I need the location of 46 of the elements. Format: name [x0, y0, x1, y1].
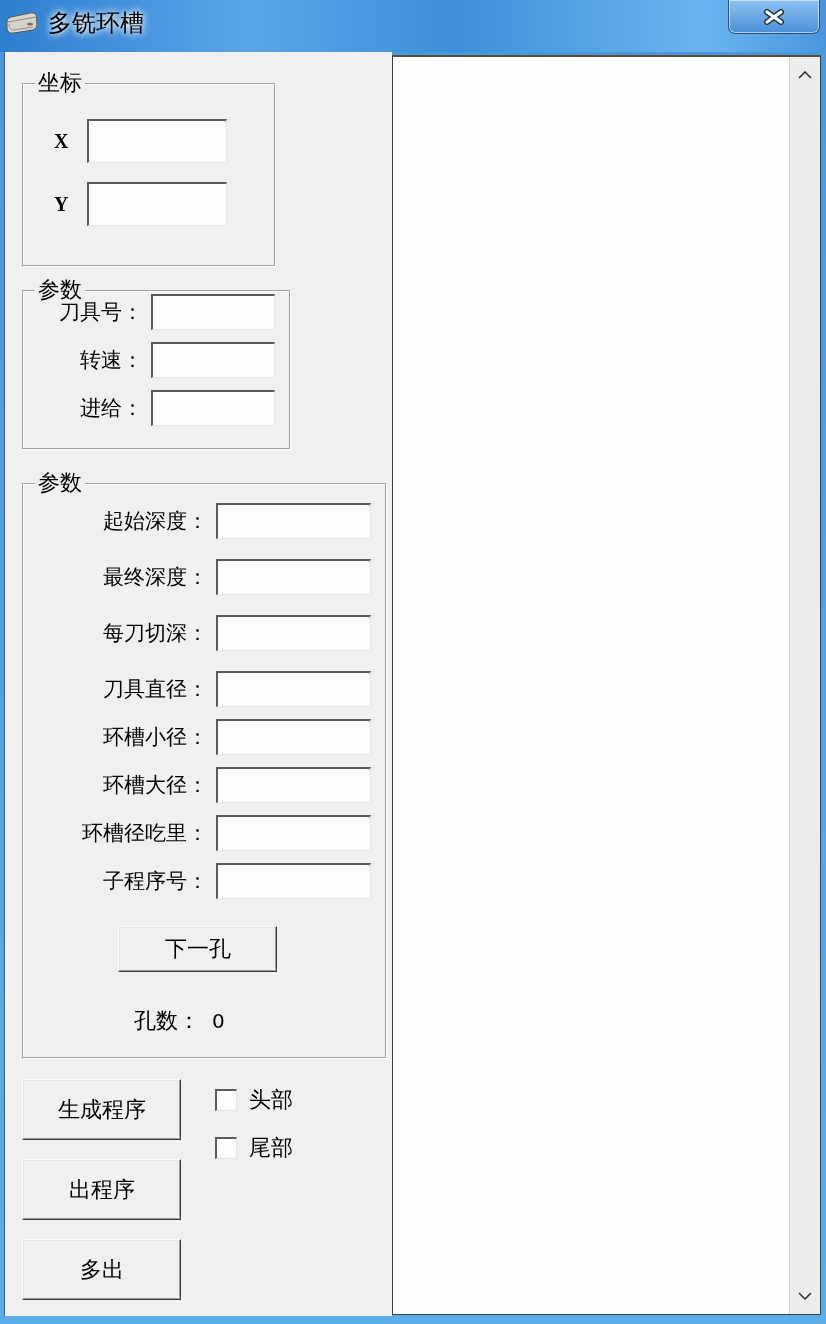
field-label: 起始深度：: [103, 508, 208, 534]
input-field[interactable]: [216, 863, 371, 899]
checkbox[interactable]: [215, 1137, 237, 1159]
multi-output-button[interactable]: 多出: [22, 1239, 181, 1300]
generate-program-button[interactable]: 生成程序: [22, 1079, 181, 1140]
checkbox[interactable]: [215, 1089, 237, 1111]
group-title: 参数: [35, 277, 85, 303]
group-title: 坐标: [35, 70, 85, 96]
field-label: 进给：: [80, 395, 143, 421]
input-field[interactable]: [216, 559, 371, 595]
input-field[interactable]: [216, 615, 371, 651]
group-title: 参数: [35, 470, 85, 496]
input-field[interactable]: [216, 503, 371, 539]
input-field[interactable]: [151, 342, 275, 378]
field-label: 环槽径吃里：: [82, 820, 208, 846]
field-label: 子程序号：: [103, 868, 208, 894]
window-title: 多铣环槽: [48, 8, 144, 39]
checkbox-label: 头部: [249, 1087, 293, 1113]
input-field[interactable]: [216, 767, 371, 803]
field-label: Y: [54, 192, 69, 217]
input-field[interactable]: [151, 294, 275, 330]
field-label: 刀具直径：: [103, 676, 208, 702]
hole-count-label: 孔数：: [134, 1008, 200, 1034]
input-field[interactable]: [216, 815, 371, 851]
field-label: 环槽小径：: [103, 724, 208, 750]
field-label: 每刀切深：: [103, 620, 208, 646]
field-label: X: [54, 129, 69, 154]
field-label: 最终深度：: [103, 564, 208, 590]
scrollbar[interactable]: [789, 57, 820, 1314]
input-field[interactable]: [87, 182, 227, 226]
field-label: 环槽大径：: [103, 772, 208, 798]
close-icon: [763, 8, 785, 25]
next-hole-button[interactable]: 下一孔: [118, 926, 277, 972]
block-icon: [6, 12, 38, 34]
close-button[interactable]: [728, 0, 820, 34]
input-field[interactable]: [216, 671, 371, 707]
field-label: 刀具号：: [59, 300, 143, 325]
field-label: 转速：: [80, 347, 143, 373]
input-field[interactable]: [87, 119, 227, 163]
caret-up-icon[interactable]: [798, 71, 812, 79]
checkbox-label: 尾部: [249, 1135, 293, 1161]
input-field[interactable]: [216, 719, 371, 755]
input-field[interactable]: [151, 390, 275, 426]
output-program-button[interactable]: 出程序: [22, 1159, 181, 1220]
hole-count-value: 0: [212, 1008, 225, 1034]
caret-down-icon[interactable]: [798, 1292, 812, 1300]
